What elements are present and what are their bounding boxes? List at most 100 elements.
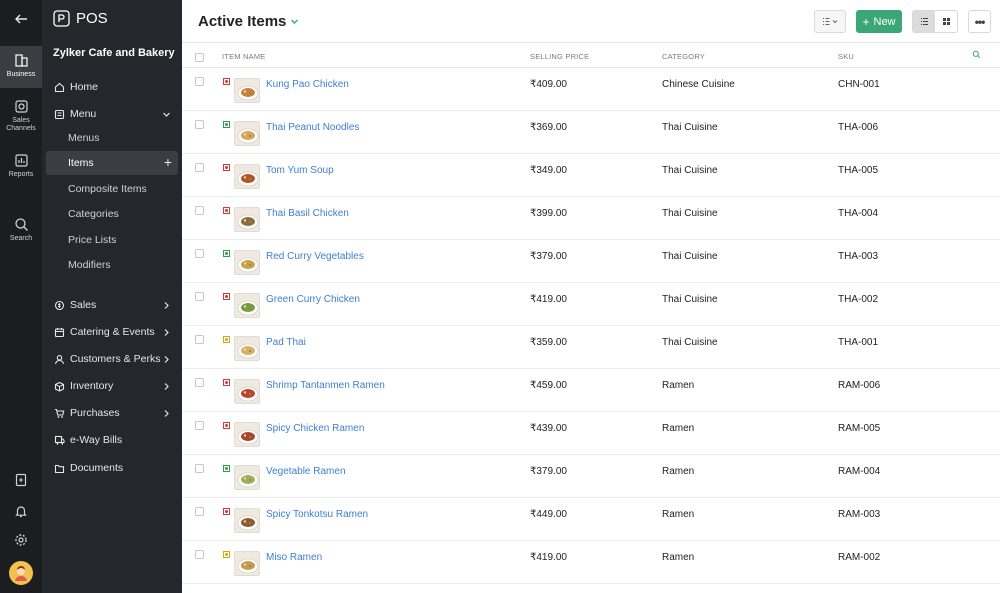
table-row[interactable]: Tom Yum Soup ₹349.00 Thai Cuisine THA-005 (182, 154, 1000, 197)
sidebar-item-catering-events[interactable]: Catering & Events (46, 320, 178, 344)
table-row[interactable]: Green Curry Chicken ₹419.00 Thai Cuisine TH… (182, 283, 1000, 326)
sidebar-item-menus[interactable]: Menus (46, 126, 178, 150)
item-name-link[interactable]: Vegetable Ramen (266, 466, 346, 477)
sidebar-item-sales[interactable]: Sales (46, 293, 178, 317)
row-checkbox[interactable] (195, 77, 204, 86)
sidebar-label-eway-bills: e-Way Bills (70, 434, 123, 446)
row-checkbox[interactable] (195, 120, 204, 129)
user-avatar-icon (15, 566, 27, 581)
sidebar-item-modifiers[interactable]: Modifiers (46, 253, 178, 277)
item-sku: THA-002 (838, 294, 879, 305)
item-thumbnail (234, 422, 260, 447)
table-header: ITEM NAME SELLING PRICE CATEGORY SKU (182, 44, 1000, 68)
add-item-icon[interactable]: + (164, 155, 172, 169)
item-name-link[interactable]: Tom Yum Soup (266, 165, 334, 176)
sidebar-item-home[interactable]: Home (46, 75, 178, 99)
rail-label-sales-channels: Sales Channels (6, 117, 36, 132)
item-thumbnail (234, 336, 260, 361)
back-button[interactable] (0, 0, 42, 38)
veg-indicator-icon (223, 121, 230, 128)
column-sku[interactable]: SKU (838, 52, 854, 61)
item-name-link[interactable]: Pad Thai (266, 337, 306, 348)
nonveg-indicator-icon (223, 508, 230, 515)
sidebar-label-purchases: Purchases (70, 407, 120, 419)
cart-icon (53, 408, 65, 419)
rail-item-search[interactable]: Search (0, 217, 42, 249)
row-checkbox[interactable] (195, 507, 204, 516)
item-name-link[interactable]: Spicy Tonkotsu Ramen (266, 509, 368, 520)
whats-new-button[interactable] (0, 473, 42, 487)
item-name-link[interactable]: Shrimp Tantanmen Ramen (266, 380, 385, 391)
item-name-link[interactable]: Spicy Chicken Ramen (266, 423, 364, 434)
item-name-link[interactable]: Thai Peanut Noodles (266, 122, 359, 133)
rail-item-business[interactable]: Business (0, 46, 42, 88)
table-row[interactable]: Pad Thai ₹359.00 Thai Cuisine THA-001 (182, 326, 1000, 369)
sidebar-item-items[interactable]: Items + (46, 151, 178, 175)
sidebar-item-documents[interactable]: Documents (46, 456, 178, 480)
new-button-label: New (873, 15, 896, 28)
item-category: Chinese Cuisine (662, 79, 735, 90)
app-logo[interactable]: POS (53, 9, 108, 27)
sidebar-item-eway-bills[interactable]: e-Way Bills (46, 428, 178, 452)
new-item-button[interactable]: + New (856, 10, 902, 33)
item-name-link[interactable]: Thai Basil Chicken (266, 208, 349, 219)
sidebar-item-purchases[interactable]: Purchases (46, 401, 178, 425)
sidebar-item-customers-perks[interactable]: Customers & Perks (46, 347, 178, 371)
notifications-button[interactable] (0, 504, 42, 518)
avatar[interactable] (9, 561, 33, 585)
settings-button[interactable] (0, 533, 42, 547)
row-checkbox[interactable] (195, 421, 204, 430)
row-checkbox[interactable] (195, 550, 204, 559)
table-row[interactable]: Thai Peanut Noodles ₹369.00 Thai Cuisine TH… (182, 111, 1000, 154)
more-options-button[interactable]: ••• (968, 10, 991, 33)
item-name-link[interactable]: Red Curry Vegetables (266, 251, 364, 262)
reports-icon (14, 154, 28, 167)
item-thumbnail (234, 250, 260, 275)
item-sku: RAM-004 (838, 466, 881, 477)
row-checkbox[interactable] (195, 249, 204, 258)
rail-item-reports[interactable]: Reports (0, 153, 42, 185)
sales-icon (53, 300, 65, 311)
column-item-name[interactable]: ITEM NAME (222, 52, 265, 61)
item-name-link[interactable]: Green Curry Chicken (266, 294, 360, 305)
table-row[interactable]: Thai Basil Chicken ₹399.00 Thai Cuisine THA… (182, 197, 1000, 240)
row-checkbox[interactable] (195, 464, 204, 473)
row-checkbox[interactable] (195, 335, 204, 344)
item-selling-price: ₹349.00 (530, 165, 567, 176)
org-name[interactable]: Zylker Cafe and Bakery (53, 47, 175, 59)
sidebar-label-menu: Menu (70, 108, 97, 120)
column-selling-price[interactable]: SELLING PRICE (530, 52, 589, 61)
select-all-checkbox[interactable] (195, 53, 204, 62)
table-row[interactable]: Spicy Tonkotsu Ramen ₹449.00 Ramen RAM-003 (182, 498, 1000, 541)
table-row[interactable]: Shrimp Tantanmen Ramen ₹459.00 Ramen RAM-00… (182, 369, 1000, 412)
table-row[interactable]: Red Curry Vegetables ₹379.00 Thai Cuisine T… (182, 240, 1000, 283)
item-name-link[interactable]: Miso Ramen (266, 552, 322, 563)
sidebar-item-categories[interactable]: Categories (46, 202, 178, 226)
item-thumbnail (234, 508, 260, 533)
grid-view-button[interactable] (935, 11, 957, 32)
list-view-button[interactable] (913, 11, 935, 32)
view-selector[interactable]: Active Items (198, 13, 299, 30)
sidebar-item-composite-items[interactable]: Composite Items (46, 177, 178, 201)
table-row[interactable]: Spicy Chicken Ramen ₹439.00 Ramen RAM-005 (182, 412, 1000, 455)
search-icon[interactable] (972, 50, 981, 59)
table-row[interactable]: Kung Pao Chicken ₹409.00 Chinese Cuisine CH… (182, 68, 1000, 111)
app-name: POS (76, 9, 108, 27)
rail-item-sales-channels[interactable]: Sales Channels (0, 99, 42, 139)
item-name-link[interactable]: Kung Pao Chicken (266, 79, 349, 90)
row-checkbox[interactable] (195, 378, 204, 387)
table-row[interactable]: Miso Ramen ₹419.00 Ramen RAM-002 (182, 541, 1000, 584)
row-checkbox[interactable] (195, 206, 204, 215)
sidebar-item-menu[interactable]: Menu (46, 102, 178, 126)
column-category[interactable]: CATEGORY (662, 52, 705, 61)
item-category: Ramen (662, 423, 695, 434)
table-row[interactable]: Vegetable Ramen ₹379.00 Ramen RAM-004 (182, 455, 1000, 498)
row-checkbox[interactable] (195, 292, 204, 301)
nonveg-indicator-icon (223, 379, 230, 386)
row-checkbox[interactable] (195, 163, 204, 172)
item-category: Thai Cuisine (662, 294, 718, 305)
sort-button[interactable] (814, 10, 846, 33)
item-sku: RAM-003 (838, 509, 881, 520)
sidebar-item-price-lists[interactable]: Price Lists (46, 228, 178, 252)
sidebar-item-inventory[interactable]: Inventory (46, 374, 178, 398)
